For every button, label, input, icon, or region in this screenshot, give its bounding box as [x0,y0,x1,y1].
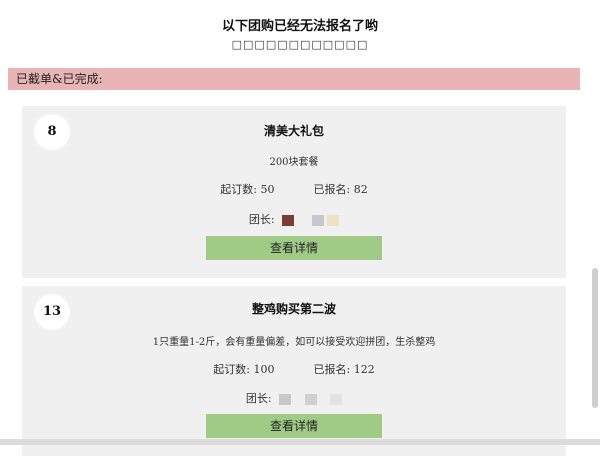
leader-label: 团长: [248,213,275,226]
signed-up-label: 已报名: [313,183,351,196]
leader-avatar[interactable] [330,393,343,405]
view-details-button[interactable]: 查看详情 [206,236,382,260]
leader-avatar[interactable] [311,214,324,226]
min-order-value: 100 [253,363,275,376]
scrollbar[interactable] [592,268,598,408]
signed-up-value: 122 [353,363,375,376]
leader-row: 团长: [22,390,566,406]
min-order-label: 起订数: [213,363,250,376]
card-description: 200块套餐 [269,157,319,168]
group-buy-card: 13 整鸡购买第二波 1只重量1-2斤，会有重量偏差，如可以接受欢迎拼团，生杀整… [22,286,566,456]
card-description: 1只重量1-2斤，会有重量偏差，如可以接受欢迎拼团，生杀整鸡 [152,337,436,348]
card-title: 清美大礼包 [263,124,324,138]
leader-row: 团长: [22,211,566,227]
card-stats: 起订数: 50 已报名: 82 [22,181,566,197]
signed-up-label: 已报名: [313,363,351,376]
card-title: 整鸡购买第二波 [251,302,336,316]
leader-avatar[interactable] [327,214,340,226]
leader-avatar[interactable] [279,393,292,405]
min-order-label: 起订数: [220,183,257,196]
leader-avatar[interactable] [282,214,295,226]
card-stats: 起订数: 100 已报名: 122 [22,361,566,377]
leader-avatar[interactable] [304,393,317,405]
page-subtitle: □□□□□□□□□□□□ [231,38,369,51]
view-details-button[interactable]: 查看详情 [206,414,382,438]
bottom-bar [0,439,600,445]
signed-up-value: 82 [353,183,368,196]
group-buy-card: 8 清美大礼包 200块套餐 起订数: 50 已报名: 82 团长: 查看详情 [22,106,566,278]
leader-label: 团长: [245,392,272,405]
min-order-value: 50 [260,183,275,196]
status-bar: 已截单&已完成: [8,68,580,90]
page-title: 以下团购已经无法报名了哟 [221,19,378,34]
